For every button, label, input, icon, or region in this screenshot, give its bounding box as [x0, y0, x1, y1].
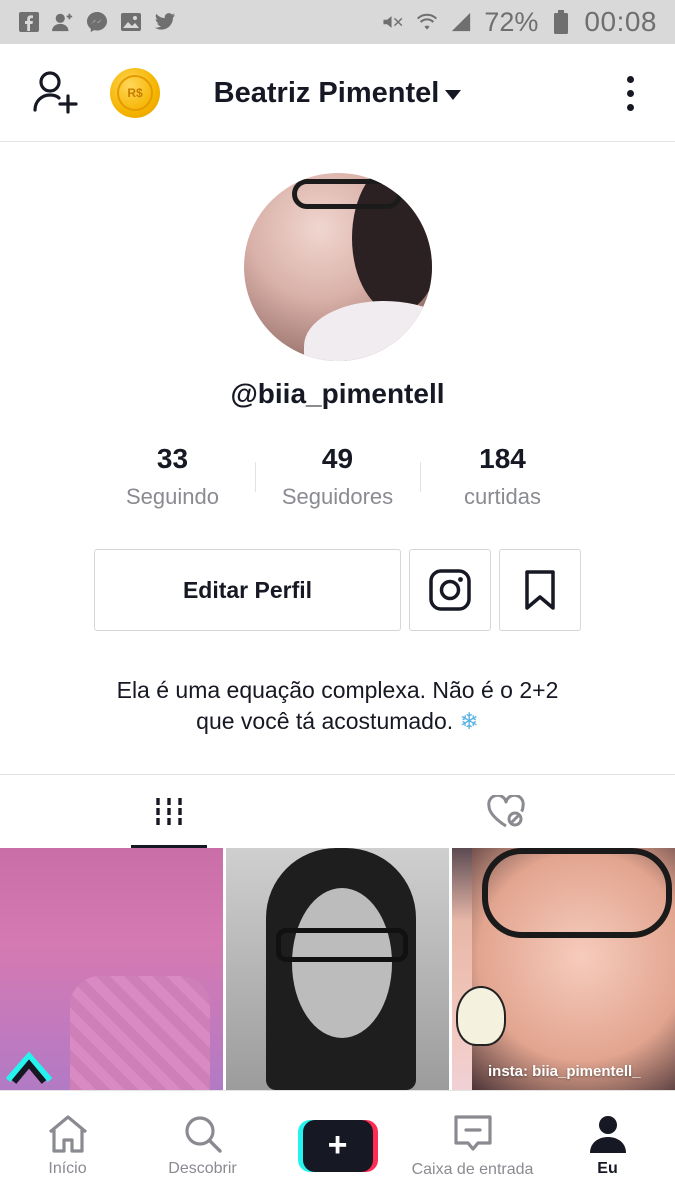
instagram-button[interactable]: [409, 549, 491, 631]
nav-label: Caixa de entrada: [411, 1160, 534, 1178]
video-grid: insta: biia_pimentell_: [0, 848, 675, 1090]
battery-percent: 72%: [484, 6, 539, 37]
caret-down-icon: [445, 90, 462, 100]
create-button[interactable]: +: [297, 1119, 378, 1172]
status-notifications: [18, 11, 176, 33]
coins-button[interactable]: R$: [110, 68, 160, 118]
account-switcher[interactable]: Beatriz Pimentel: [0, 44, 675, 142]
more-options-button[interactable]: [615, 70, 645, 116]
profile-stats: 33 Seguindo 49 Seguidores 184 curtidas: [90, 440, 585, 520]
add-contact-icon: [52, 11, 74, 33]
video-thumbnail[interactable]: insta: biia_pimentell_: [452, 848, 675, 1090]
bookmark-icon: [525, 570, 555, 610]
gallery-icon: [120, 11, 142, 33]
stat-label: Seguindo: [126, 484, 219, 509]
add-friend-button[interactable]: [30, 66, 82, 118]
messenger-icon: [86, 11, 108, 33]
twitter-icon: [154, 11, 176, 33]
account-name: Beatriz Pimentel: [213, 76, 440, 109]
video-thumbnail[interactable]: [0, 848, 223, 1090]
mute-icon: [382, 11, 404, 33]
more-dot-icon: [626, 103, 634, 111]
snowflake-icon: ❄: [459, 708, 479, 734]
coin-icon: R$: [117, 75, 153, 111]
stat-value: 33: [156, 443, 189, 474]
more-dot-icon: [626, 89, 634, 97]
add-user-icon: [33, 71, 78, 114]
stat-label: curtidas: [463, 484, 542, 509]
liked-hidden-icon: [487, 794, 525, 827]
wifi-icon: [416, 11, 438, 33]
inbox-icon: [453, 1114, 492, 1151]
tab-liked[interactable]: [338, 775, 675, 848]
bottom-nav: Início Descobrir + Caixa de entrada Eu: [0, 1090, 675, 1200]
avatar[interactable]: [244, 173, 432, 361]
favorites-button[interactable]: [499, 549, 581, 631]
bio-line-1: Ela é uma equação complexa. Não é o 2+2: [116, 677, 559, 703]
clock: 00:08: [584, 6, 657, 37]
nav-label: Descobrir: [168, 1159, 237, 1177]
profile-actions: Editar Perfil: [94, 549, 581, 631]
more-dot-icon: [626, 75, 634, 83]
stat-label: Seguidores: [281, 484, 394, 509]
plus-icon: +: [302, 1119, 373, 1172]
nav-inbox[interactable]: Caixa de entrada: [405, 1091, 540, 1200]
bio-line-2: que você tá acostumado. ❄: [196, 708, 479, 734]
tab-videos[interactable]: [0, 775, 338, 848]
edit-profile-button[interactable]: Editar Perfil: [94, 549, 401, 631]
bio: Ela é uma equação complexa. Não é o 2+2 …: [0, 675, 675, 737]
status-bar: 72% 00:08: [0, 0, 675, 44]
video-thumbnail[interactable]: [226, 848, 449, 1090]
home-icon: [48, 1114, 87, 1153]
nav-me[interactable]: Eu: [540, 1091, 675, 1200]
signal-icon: [450, 11, 472, 33]
stat-value: 49: [321, 443, 354, 474]
content-tabs: [0, 774, 675, 848]
stat-likes[interactable]: 184 curtidas: [420, 440, 585, 520]
nav-home[interactable]: Início: [0, 1091, 135, 1200]
nav-discover[interactable]: Descobrir: [135, 1091, 270, 1200]
nav-create[interactable]: +: [270, 1091, 405, 1200]
search-icon: [184, 1115, 222, 1153]
profile-icon: [589, 1115, 626, 1153]
battery-icon: [550, 10, 572, 34]
instagram-icon: [429, 569, 471, 611]
profile-header: Beatriz Pimentel R$: [0, 44, 675, 142]
tiktok-logo-icon: [6, 1051, 52, 1084]
stat-following[interactable]: 33 Seguindo: [90, 440, 255, 520]
facebook-icon: [18, 11, 40, 33]
status-system: 72% 00:08: [382, 6, 657, 38]
stat-followers[interactable]: 49 Seguidores: [255, 440, 420, 520]
troll-face-sticker-icon: [456, 986, 506, 1046]
stat-value: 184: [479, 443, 526, 474]
profile-screen: 72% 00:08 Beatriz Pimentel R$ @biia_pime…: [0, 0, 675, 1200]
video-caption: insta: biia_pimentell_: [488, 1063, 641, 1080]
grid-icon: [156, 797, 182, 826]
nav-label: Início: [48, 1159, 87, 1177]
nav-label: Eu: [597, 1159, 618, 1177]
username: @biia_pimentell: [230, 378, 445, 409]
